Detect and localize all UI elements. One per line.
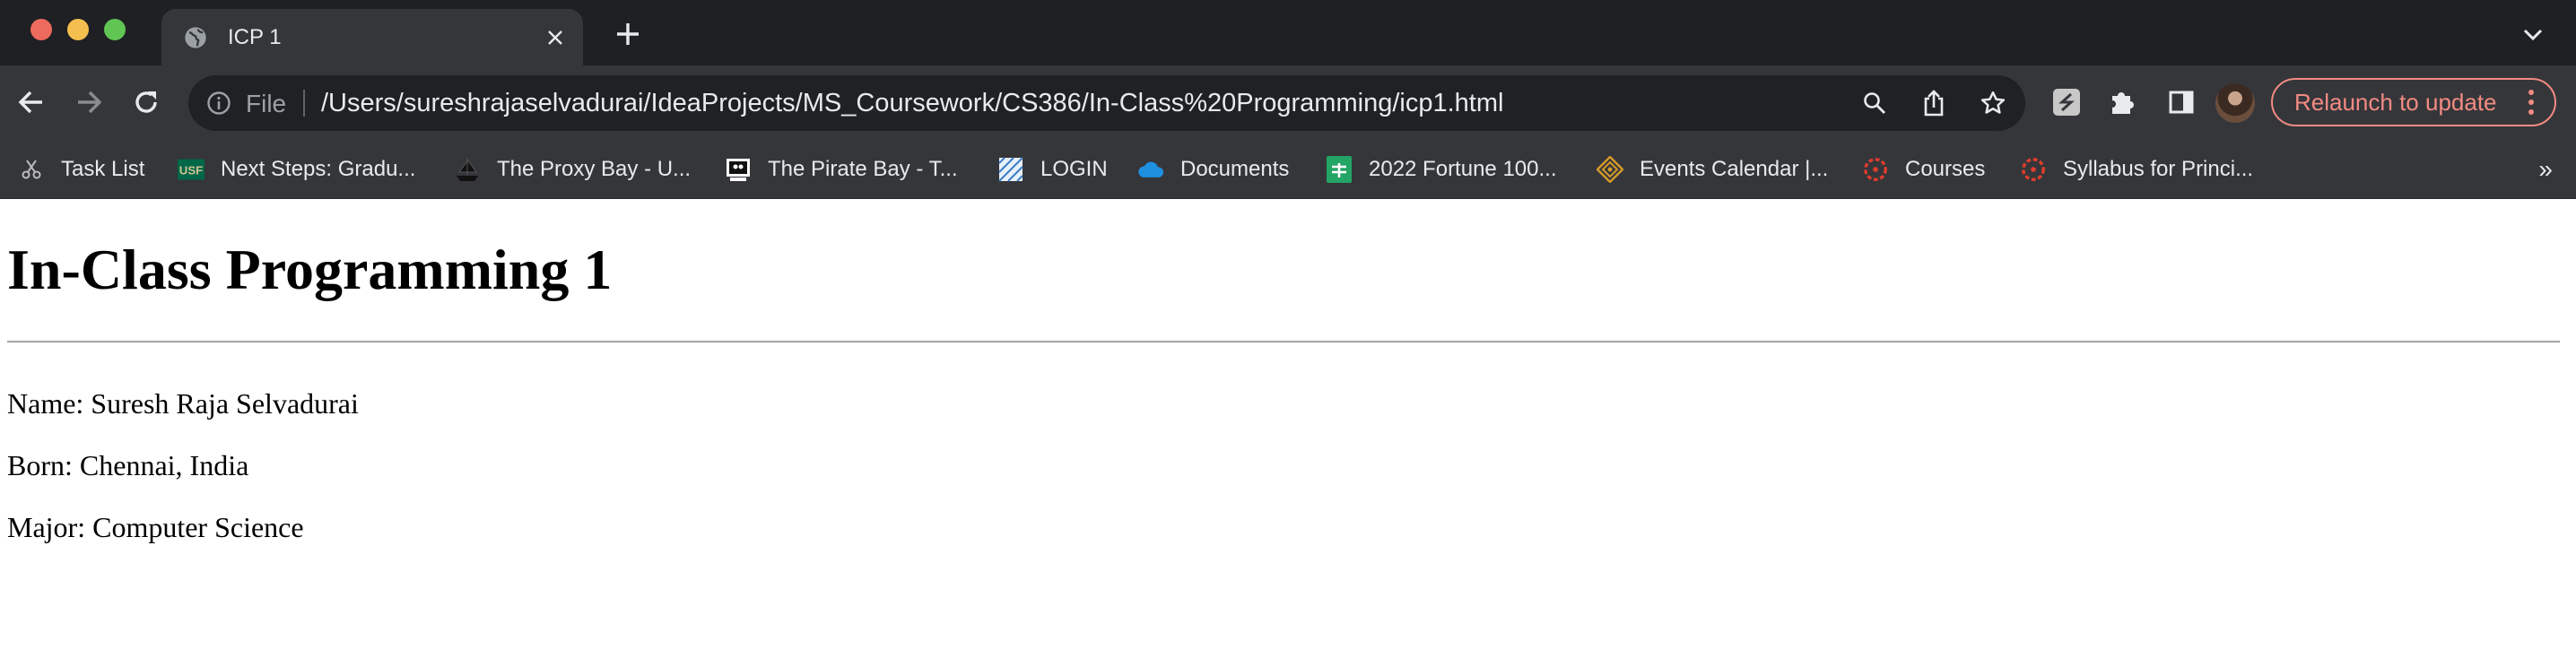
- browser-toolbar: File /Users/sureshrajaselvadurai/IdeaPro…: [0, 65, 2576, 141]
- globe-icon: [183, 25, 208, 50]
- url-text[interactable]: /Users/sureshrajaselvadurai/IdeaProjects…: [321, 89, 1503, 118]
- canvas-icon: [2020, 156, 2047, 183]
- bookmark-label: 2022 Fortune 100...: [1369, 157, 1557, 181]
- relaunch-button[interactable]: Relaunch to update: [2271, 78, 2556, 126]
- bookmark-item[interactable]: Events Calendar |...: [1597, 153, 1828, 186]
- pirate-bay-icon: [725, 156, 752, 183]
- bookmarks-overflow-button[interactable]: »: [2538, 155, 2553, 184]
- canvas-icon: [1862, 156, 1889, 183]
- reload-button[interactable]: [127, 83, 165, 121]
- login-favicon-icon: [997, 156, 1024, 183]
- born-line: Born: Chennai, India: [7, 449, 249, 481]
- bookmark-item[interactable]: Documents: [1137, 153, 1289, 186]
- plus-icon: [617, 23, 639, 45]
- bookmark-item[interactable]: LOGIN: [997, 153, 1108, 186]
- bookmark-item[interactable]: Syllabus for Princi...: [2020, 153, 2253, 186]
- reload-icon: [135, 91, 157, 113]
- arrow-left-icon: [18, 91, 42, 114]
- share-icon[interactable]: [1918, 87, 1950, 119]
- bookmark-label: Syllabus for Princi...: [2063, 157, 2254, 181]
- bookmark-item[interactable]: Courses: [1862, 153, 1985, 186]
- bookmark-label: The Pirate Bay - T...: [768, 157, 958, 181]
- tab-close-icon[interactable]: [540, 22, 570, 53]
- omnibox-divider: [303, 90, 305, 117]
- tab-search-button[interactable]: [2517, 18, 2549, 50]
- bookmark-item[interactable]: The Pirate Bay - T...: [725, 153, 958, 186]
- back-button[interactable]: [13, 83, 50, 121]
- bookmark-label: LOGIN: [1040, 157, 1108, 181]
- diamond-icon: [1597, 156, 1623, 183]
- page-title: In-Class Programming 1: [7, 238, 613, 301]
- window-controls: [30, 19, 126, 40]
- extension-s-icon[interactable]: [2049, 84, 2084, 120]
- bookmark-item[interactable]: 2022 Fortune 100...: [1326, 153, 1556, 186]
- name-line: Name: Suresh Raja Selvadurai: [7, 387, 359, 420]
- tab-icp1[interactable]: ICP 1: [161, 9, 583, 65]
- arrow-right-icon: [78, 91, 102, 114]
- scissors-icon: [18, 156, 45, 183]
- side-panel-icon[interactable]: [2163, 84, 2199, 120]
- kebab-menu-icon[interactable]: [2520, 89, 2542, 116]
- bookmark-label: Courses: [1905, 157, 1986, 181]
- profile-avatar[interactable]: [2215, 83, 2255, 123]
- ship-icon: [454, 156, 481, 183]
- window-minimize-button[interactable]: [67, 19, 89, 40]
- forward-button[interactable]: [70, 83, 108, 121]
- new-tab-button[interactable]: [610, 18, 646, 50]
- address-bar[interactable]: File /Users/sureshrajaselvadurai/IdeaPro…: [188, 75, 2025, 131]
- tab-strip: ICP 1: [0, 0, 2576, 65]
- horizontal-rule: [7, 341, 2560, 343]
- bookmark-item[interactable]: Task List: [18, 153, 144, 186]
- usf-logo-icon: USF: [178, 156, 205, 183]
- bookmark-star-icon[interactable]: [1977, 87, 2009, 119]
- bookmark-label: The Proxy Bay - U...: [497, 157, 692, 181]
- tab-title: ICP 1: [228, 24, 282, 49]
- relaunch-label: Relaunch to update: [2294, 88, 2497, 116]
- sheets-icon: [1326, 156, 1353, 183]
- chevron-down-icon: [2523, 29, 2543, 41]
- svg-text:USF: USF: [179, 163, 203, 177]
- major-line: Major: Computer Science: [7, 511, 304, 543]
- bookmarks-bar: Task List USF Next Steps: Gradu... The P…: [0, 141, 2576, 199]
- bookmark-item[interactable]: The Proxy Bay - U...: [454, 153, 691, 186]
- window-maximize-button[interactable]: [104, 19, 126, 40]
- cloud-icon: [1137, 156, 1164, 183]
- bookmark-label: Next Steps: Gradu...: [221, 157, 416, 181]
- window-close-button[interactable]: [30, 19, 52, 40]
- bookmark-label: Events Calendar |...: [1640, 157, 1829, 181]
- bookmark-label: Documents: [1180, 157, 1290, 181]
- extensions-puzzle-icon[interactable]: [2104, 84, 2140, 120]
- bookmark-label: Task List: [61, 157, 145, 181]
- bookmark-item[interactable]: USF Next Steps: Gradu...: [178, 153, 415, 186]
- info-icon[interactable]: [206, 91, 231, 116]
- scheme-label: File: [246, 90, 287, 117]
- search-icon[interactable]: [1858, 87, 1891, 119]
